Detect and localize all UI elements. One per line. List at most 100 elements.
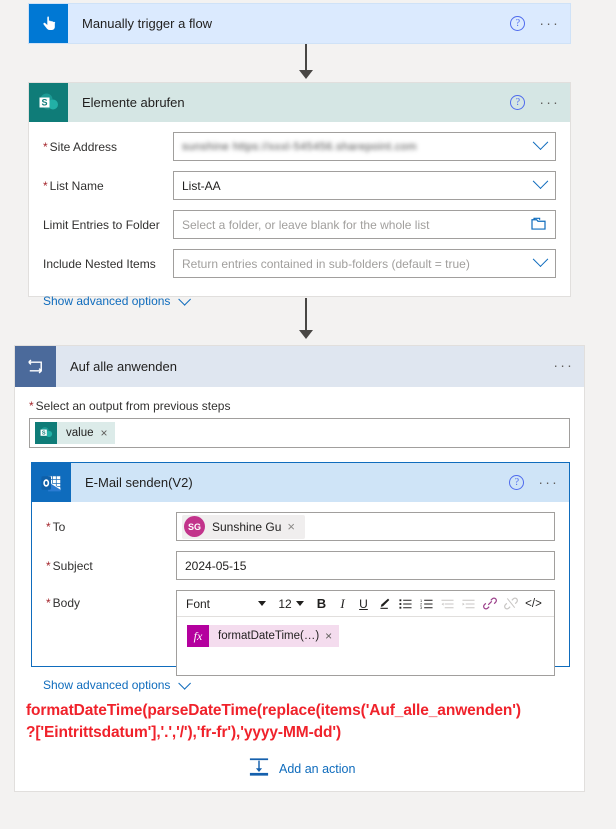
trigger-card-header[interactable]: Manually trigger a flow ? ··· [29,4,570,43]
chevron-down-icon [258,601,266,606]
avatar: SG [184,516,205,537]
field-label: * Site Address [43,139,118,154]
bold-icon[interactable]: B [311,593,332,615]
remove-recipient-icon[interactable]: × [281,519,301,534]
code-view-icon[interactable]: </> [521,593,546,615]
fx-icon: fx [187,625,209,647]
chevron-down-icon[interactable] [532,173,549,190]
italic-icon[interactable]: I [332,593,353,615]
formula-line-2: ?['Eintrittsdatum'],'.','/'),'fr-fr'),'y… [26,724,342,741]
field-label: * Subject [46,558,93,573]
required-marker: * [46,558,51,573]
recipient-chip[interactable]: SG Sunshine Gu × [182,514,305,539]
field-limit-entries-to-folder: Limit Entries to Folder Select a folder,… [43,210,556,239]
add-an-action-button[interactable]: Add an action [248,757,355,780]
unlink-icon[interactable] [500,593,521,615]
field-label: Limit Entries to Folder [43,217,160,232]
font-size-select[interactable]: 12 [271,593,311,615]
sharepoint-icon: S [35,422,57,444]
svg-text:S: S [41,431,45,437]
placeholder-text: Return entries contained in sub-folders … [182,256,470,271]
subject-input[interactable]: 2024-05-15 [176,551,555,580]
show-advanced-options-label: Show advanced options [43,678,171,692]
show-advanced-options-label: Show advanced options [43,294,171,308]
chevron-down-icon [295,601,304,606]
sharepoint-icon: S [29,83,68,122]
email-card-header[interactable]: E-Mail senden(V2) ? ··· [32,463,569,502]
svg-text:3: 3 [420,605,422,610]
more-options-icon[interactable]: ··· [538,475,559,489]
field-include-nested-items: Include Nested Items Return entries cont… [43,249,556,278]
required-marker: * [29,399,34,413]
underline-icon[interactable]: U [353,593,374,615]
svg-text:S: S [41,97,47,107]
output-token-label: value [66,427,94,439]
email-card-body: * To SG Sunshine Gu × * Subject 2024-05-15 [32,502,569,696]
remove-token-icon[interactable]: × [325,629,339,643]
tap-hand-icon [29,4,68,43]
trigger-title: Manually trigger a flow [82,16,213,31]
field-body: * Body Font 12 B I U 1 2 3 </> fx format… [46,590,555,676]
page-gutter [600,0,616,829]
required-marker: * [46,596,51,610]
font-size-value: 12 [278,596,292,611]
list-name-input[interactable]: List-AA [173,171,556,200]
loop-card-header[interactable]: Auf alle anwenden ··· [15,346,584,387]
limit-entries-to-folder-input[interactable]: Select a folder, or leave blank for the … [173,210,556,239]
loop-card-body: * Select an output from previous steps S … [15,387,584,448]
email-header-actions: ? ··· [509,463,559,501]
field-label: * List Name [43,178,104,193]
folder-icon[interactable] [531,217,546,233]
highlighter-pen-icon[interactable] [374,593,395,615]
required-marker: * [43,178,48,193]
body-rich-text-editor[interactable]: Font 12 B I U 1 2 3 </> fx formatDateTim… [176,590,555,676]
to-input[interactable]: SG Sunshine Gu × [176,512,555,541]
site-address-input[interactable]: sunshine https://xxxl-545456.sharepoint.… [173,132,556,161]
include-nested-items-input[interactable]: Return entries contained in sub-folders … [173,249,556,278]
send-email-card[interactable]: E-Mail senden(V2) ? ··· * To SG Sunshine … [31,462,570,676]
expression-token-label: formatDateTime(…) [218,630,320,642]
trigger-card[interactable]: Manually trigger a flow ? ··· [28,3,571,44]
field-label: * To [46,519,66,534]
font-family-value: Font [186,596,211,611]
chevron-down-icon [178,292,192,306]
sharepoint-title: Elemente abrufen [82,95,185,110]
site-address-value: sunshine https://xxxl-545456.sharepoint.… [182,140,417,153]
chevron-down-icon[interactable] [532,251,549,268]
help-icon[interactable]: ? [509,474,525,490]
sharepoint-card-body: * Site Address sunshine https://xxxl-5454… [29,122,570,320]
sharepoint-get-items-card[interactable]: S Elemente abrufen ? ··· * Site Address s… [28,82,571,308]
formula-annotation: formatDateTime(parseDateTime(replace(ite… [26,700,606,744]
remove-token-icon[interactable]: × [101,426,115,440]
show-advanced-options-email[interactable]: Show advanced options [43,676,192,692]
font-family-select[interactable]: Font [179,593,271,615]
field-subject: * Subject 2024-05-15 [46,551,555,580]
help-icon[interactable]: ? [510,94,526,110]
more-options-icon[interactable]: ··· [539,95,560,109]
show-advanced-options-sharepoint[interactable]: Show advanced options [43,292,192,308]
bulleted-list-icon[interactable] [395,593,416,615]
sharepoint-header-actions: ? ··· [510,83,560,121]
help-icon[interactable]: ? [510,15,526,31]
add-an-action-label: Add an action [279,761,356,776]
trigger-header-actions: ? ··· [510,4,560,42]
placeholder-text: Select a folder, or leave blank for the … [182,217,430,232]
increase-indent-icon[interactable] [458,593,479,615]
sharepoint-card-header[interactable]: S Elemente abrufen ? ··· [29,83,570,122]
body-content-area[interactable]: fx formatDateTime(…) × [177,617,554,675]
link-icon[interactable] [479,593,500,615]
required-marker: * [43,139,48,154]
field-list-name: * List Name List-AA [43,171,556,200]
more-options-icon[interactable]: ··· [539,16,560,30]
numbered-list-icon[interactable]: 1 2 3 [416,593,437,615]
decrease-indent-icon[interactable] [437,593,458,615]
more-options-icon[interactable]: ··· [553,358,574,372]
rich-text-toolbar: Font 12 B I U 1 2 3 </> [177,591,554,617]
output-token[interactable]: S value × [35,422,115,444]
field-site-address: * Site Address sunshine https://xxxl-5454… [43,132,556,161]
field-label: * Body [46,596,81,610]
loop-output-input[interactable]: S value × [29,418,570,448]
chevron-down-icon[interactable] [532,134,549,151]
expression-token[interactable]: fx formatDateTime(…) × [187,625,340,647]
loop-icon [15,346,56,387]
